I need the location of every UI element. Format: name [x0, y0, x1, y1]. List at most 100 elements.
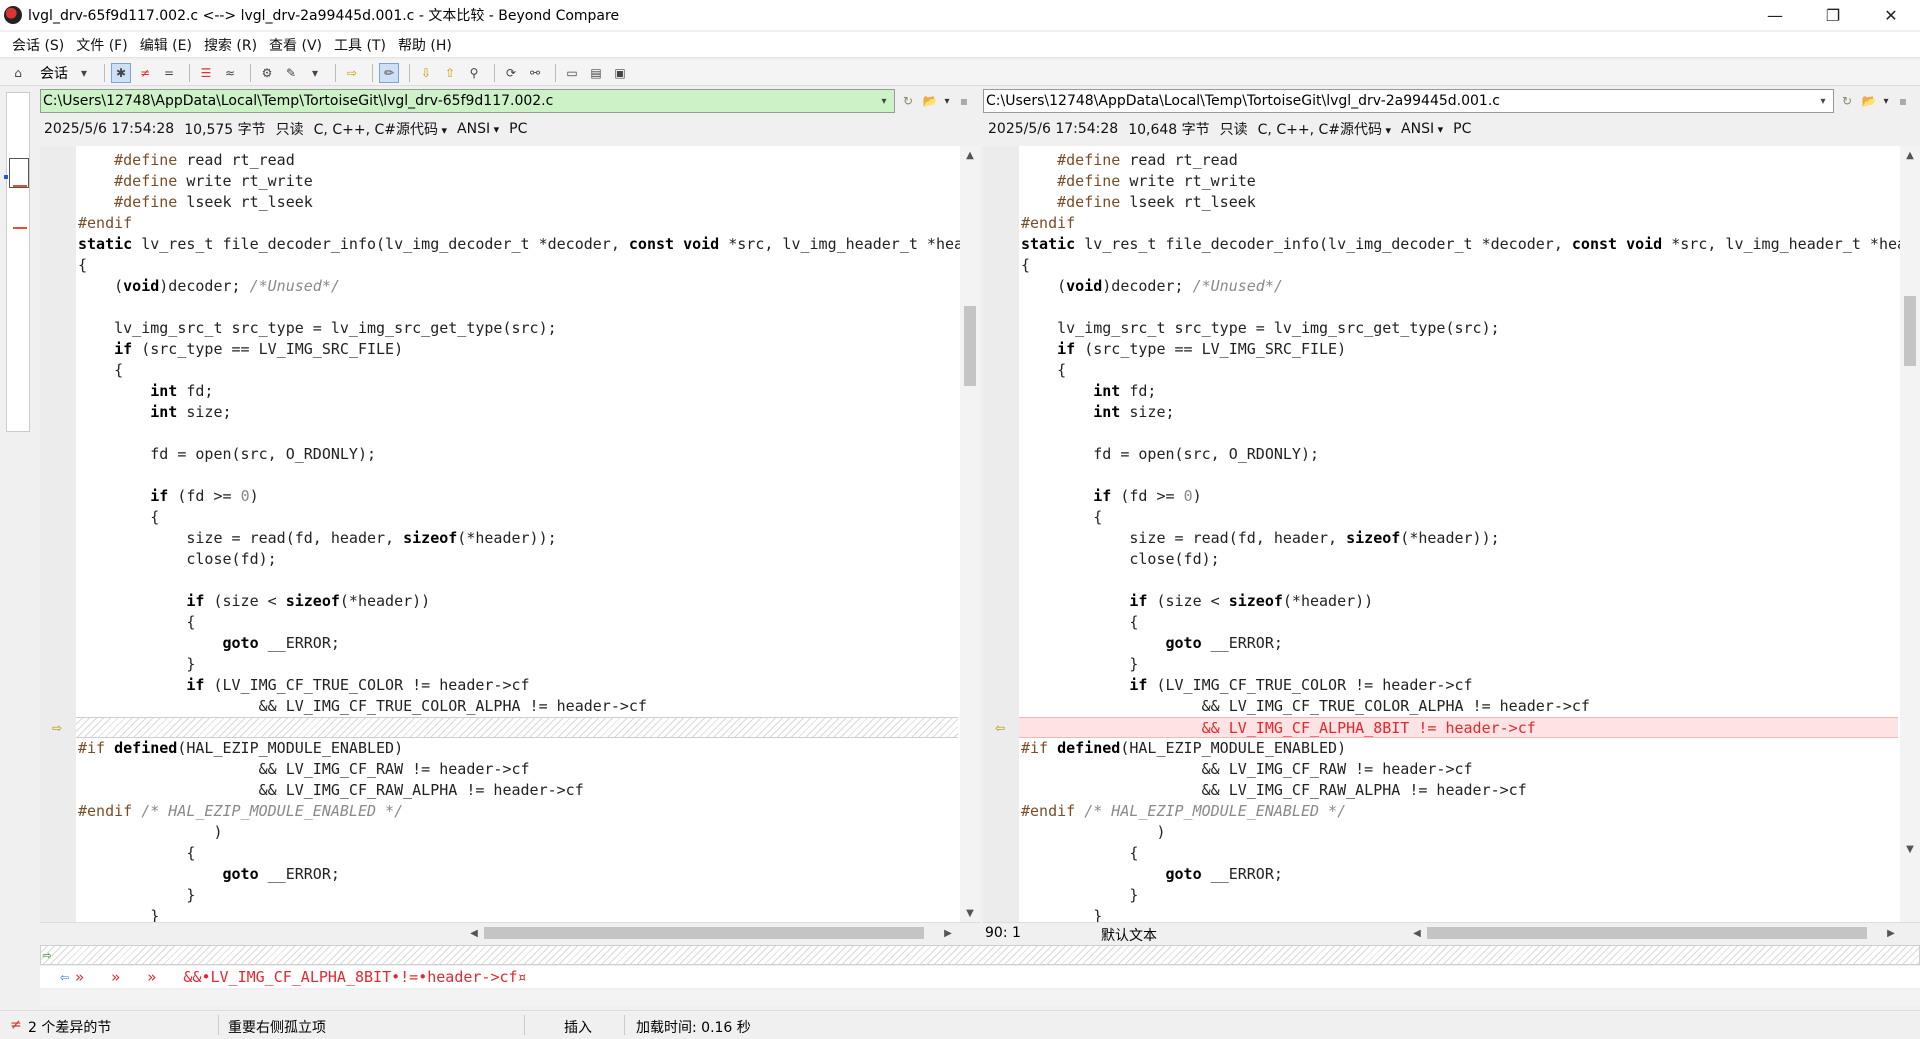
code-line[interactable]: #endif — [1019, 213, 1898, 234]
reload-icon[interactable]: ⟳ — [501, 63, 521, 83]
right-line-ending[interactable]: PC — [1453, 121, 1471, 137]
scroll-up-icon[interactable]: ▲ — [960, 146, 980, 164]
code-line[interactable]: #define write rt_write — [76, 171, 958, 192]
code-line[interactable]: fd = open(src, O_RDONLY); — [1019, 444, 1898, 465]
chevron-down-icon[interactable]: ▾ — [1815, 92, 1831, 110]
code-line[interactable]: && LV_IMG_CF_TRUE_COLOR_ALPHA != header-… — [76, 696, 958, 717]
home-icon[interactable]: ⌂ — [8, 63, 28, 83]
minimize-button[interactable]: — — [1746, 0, 1804, 30]
right-code-text[interactable]: #define read rt_read #define write rt_wr… — [1019, 150, 1906, 922]
compare-horizontal-scrollbar[interactable] — [40, 990, 1920, 1006]
scroll-down-icon[interactable]: ▼ — [1900, 840, 1920, 858]
scroll-thumb[interactable] — [1904, 296, 1916, 366]
code-line[interactable]: if (fd >= 0) — [1019, 486, 1898, 507]
menu-session[interactable]: 会话 (S) — [6, 35, 70, 55]
menu-view[interactable]: 查看 (V) — [263, 35, 328, 55]
chevron-down-icon[interactable]: ▾ — [305, 63, 325, 83]
menu-file[interactable]: 文件 (F) — [70, 35, 133, 55]
code-line[interactable]: } — [76, 885, 958, 906]
code-line[interactable]: { — [1019, 612, 1898, 633]
thumbnail-viewport[interactable] — [9, 158, 29, 188]
code-line[interactable]: && LV_IMG_CF_TRUE_COLOR_ALPHA != header-… — [1019, 696, 1898, 717]
right-code-pane[interactable]: ⇦ #define read rt_read #define write rt_… — [983, 146, 1920, 922]
left-path-input[interactable]: C:\Users\12748\AppData\Local\Temp\Tortoi… — [40, 89, 895, 113]
session-dropdown[interactable]: 会话 — [40, 63, 68, 83]
view-list-icon[interactable]: ▤ — [586, 63, 606, 83]
code-line[interactable]: #if defined(HAL_EZIP_MODULE_ENABLED) — [1019, 738, 1898, 759]
code-line[interactable]: #if defined(HAL_EZIP_MODULE_ENABLED) — [76, 738, 958, 759]
show-all-icon[interactable]: ✱ — [111, 62, 131, 83]
context-icon[interactable]: ☰ — [196, 63, 216, 83]
code-line[interactable]: #define lseek rt_lseek — [76, 192, 958, 213]
code-line[interactable]: { — [76, 360, 958, 381]
find-icon[interactable]: ⚲ — [464, 63, 484, 83]
chevron-down-icon[interactable]: ▾ — [876, 92, 892, 110]
prev-diff-icon[interactable]: ⇧ — [440, 63, 460, 83]
code-line[interactable]: int size; — [76, 402, 958, 423]
left-readonly[interactable]: 只读 — [276, 119, 304, 139]
code-line[interactable]: size = read(fd, header, sizeof(*header))… — [1019, 528, 1898, 549]
left-code-text[interactable]: #define read rt_read #define write rt_wr… — [76, 150, 963, 922]
left-line-ending[interactable]: PC — [509, 121, 527, 137]
history-icon[interactable]: ↻ — [1838, 92, 1856, 110]
code-line[interactable]: size = read(fd, header, sizeof(*header))… — [76, 528, 958, 549]
code-line[interactable]: { — [76, 843, 958, 864]
code-line[interactable]: #define lseek rt_lseek — [1019, 192, 1898, 213]
code-line[interactable]: #endif /* HAL_EZIP_MODULE_ENABLED */ — [76, 801, 958, 822]
code-line[interactable]: lv_img_src_t src_type = lv_img_src_get_t… — [1019, 318, 1898, 339]
right-encoding-dropdown[interactable]: ANSI — [1401, 121, 1443, 137]
view-details-icon[interactable]: ▣ — [610, 63, 630, 83]
left-horizontal-scrollbar[interactable]: ◀ ▶ — [40, 922, 980, 942]
menu-tools[interactable]: 工具 (T) — [328, 35, 392, 55]
chevron-down-icon[interactable]: ▾ — [74, 63, 94, 83]
code-line[interactable]: static lv_res_t file_decoder_info(lv_img… — [1019, 234, 1906, 255]
menu-help[interactable]: 帮助 (H) — [392, 35, 458, 55]
code-line[interactable]: && LV_IMG_CF_RAW != header->cf — [76, 759, 958, 780]
diff-thumbnail[interactable] — [4, 92, 30, 432]
code-line[interactable]: fd = open(src, O_RDONLY); — [76, 444, 958, 465]
code-line[interactable]: if (fd >= 0) — [76, 486, 958, 507]
code-line[interactable]: goto __ERROR; — [1019, 864, 1898, 885]
code-line[interactable]: int fd; — [1019, 381, 1898, 402]
code-line[interactable]: lv_img_src_t src_type = lv_img_src_get_t… — [76, 318, 958, 339]
code-line[interactable]: close(fd); — [76, 549, 958, 570]
code-line[interactable]: } — [76, 906, 958, 922]
save-icon[interactable]: ▪ — [1894, 92, 1912, 110]
code-line[interactable]: close(fd); — [1019, 549, 1898, 570]
maximize-button[interactable]: ❐ — [1804, 0, 1862, 30]
code-line[interactable]: #define read rt_read — [76, 150, 958, 171]
code-line[interactable]: int size; — [1019, 402, 1898, 423]
missing-line-placeholder[interactable] — [76, 717, 958, 738]
minor-icon[interactable]: ≈ — [220, 63, 240, 83]
scroll-thumb[interactable] — [484, 927, 924, 939]
scroll-up-icon[interactable]: ▲ — [1900, 146, 1920, 164]
menu-edit[interactable]: 编辑 (E) — [134, 35, 198, 55]
link-icon[interactable]: ⚯ — [525, 63, 545, 83]
scroll-thumb[interactable] — [964, 306, 976, 386]
code-line[interactable]: #endif — [76, 213, 958, 234]
copy-to-right-arrow-icon[interactable]: ⇨ — [50, 721, 64, 735]
save-icon[interactable]: ▪ — [955, 92, 973, 110]
code-line[interactable]: if (size < sizeof(*header)) — [76, 591, 958, 612]
scroll-down-icon[interactable]: ▼ — [960, 904, 980, 922]
show-same-icon[interactable]: = — [159, 63, 179, 83]
code-line[interactable]: ) — [76, 822, 958, 843]
code-line[interactable]: if (src_type == LV_IMG_SRC_FILE) — [76, 339, 958, 360]
code-line[interactable]: if (src_type == LV_IMG_SRC_FILE) — [1019, 339, 1898, 360]
code-line[interactable]: { — [1019, 360, 1898, 381]
code-line[interactable]: goto __ERROR; — [1019, 633, 1898, 654]
code-line[interactable] — [76, 297, 958, 318]
scroll-left-icon[interactable]: ◀ — [1409, 923, 1425, 943]
copy-to-left-arrow-icon[interactable]: ⇦ — [993, 721, 1007, 735]
left-format-dropdown[interactable]: C, C++, C#源代码 — [314, 119, 447, 139]
show-diffs-icon[interactable]: ≠ — [135, 63, 155, 83]
code-line[interactable]: } — [1019, 885, 1898, 906]
code-line[interactable]: && LV_IMG_CF_RAW != header->cf — [1019, 759, 1898, 780]
right-format-dropdown[interactable]: C, C++, C#源代码 — [1258, 119, 1391, 139]
code-line[interactable]: && LV_IMG_CF_RAW_ALPHA != header->cf — [1019, 780, 1898, 801]
open-folder-icon[interactable]: 📂 — [1860, 92, 1878, 110]
view-pane-icon[interactable]: ▭ — [562, 63, 582, 83]
code-line[interactable]: #endif /* HAL_EZIP_MODULE_ENABLED */ — [1019, 801, 1898, 822]
scroll-thumb[interactable] — [1427, 927, 1867, 939]
code-line[interactable]: goto __ERROR; — [76, 633, 958, 654]
